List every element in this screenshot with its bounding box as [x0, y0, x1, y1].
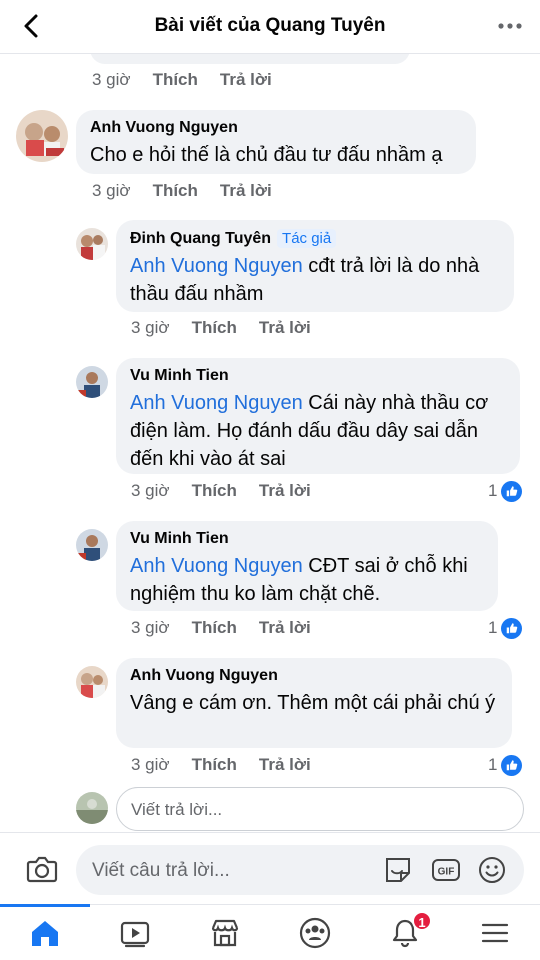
more-options-icon[interactable]	[496, 16, 524, 36]
like-count[interactable]: 1	[488, 753, 523, 777]
comment-meta: 3 giờ Thích Trả lời	[131, 753, 333, 777]
comment-thread: 3 giờ Thích Trả lời Anh Vuong Nguyen Cho…	[0, 54, 540, 832]
like-count-number: 1	[488, 755, 498, 774]
top-bar: Bài viết của Quang Tuyên	[0, 0, 540, 54]
like-count-number: 1	[488, 481, 498, 500]
comment-time: 3 giờ	[131, 481, 170, 500]
reply-box: Viết trả lời...	[76, 787, 524, 831]
comment-meta: 3 giờ Thích Trả lời	[131, 316, 333, 340]
comment-bubble: Anh Vuong Nguyen Vâng e cám ơn. Thêm một…	[116, 658, 512, 748]
comment-author[interactable]: Anh Vuong Nguyen	[130, 667, 498, 685]
comment-author[interactable]: Vu Minh Tien	[130, 367, 506, 385]
like-link[interactable]: Thích	[192, 755, 237, 775]
thumbs-up-icon	[501, 617, 523, 639]
comment-meta: 3 giờ Thích Trả lời	[92, 179, 294, 203]
home-icon	[32, 921, 58, 946]
comment-text: Anh Vuong Nguyen CĐT sai ở chỗ khi nghiệ…	[130, 552, 484, 608]
comment-time: 3 giờ	[92, 70, 131, 89]
comment-time: 3 giờ	[92, 181, 131, 200]
hamburger-menu-icon	[481, 923, 509, 943]
sticker-icon[interactable]	[382, 854, 414, 886]
like-link[interactable]: Thích	[153, 70, 198, 90]
avatar[interactable]	[76, 529, 108, 561]
comment-time: 3 giờ	[131, 318, 170, 337]
comment-meta: 3 giờ Thích Trả lời	[92, 68, 294, 92]
comment-composer: Viết câu trả lời... GIF	[0, 832, 540, 904]
comment-bubble: Vu Minh Tien Anh Vuong Nguyen CĐT sai ở …	[116, 521, 498, 611]
comment-time: 3 giờ	[131, 755, 170, 774]
notification-badge: 1	[412, 911, 432, 931]
avatar[interactable]	[16, 110, 68, 162]
svg-text:GIF: GIF	[438, 867, 455, 878]
reply-link[interactable]: Trả lời	[259, 481, 311, 501]
camera-icon[interactable]	[24, 851, 60, 887]
like-count[interactable]: 1	[488, 479, 523, 503]
previous-comment-bubble	[90, 54, 410, 64]
tab-watch[interactable]	[90, 905, 180, 960]
comment-text: Cho e hỏi thế là chủ đầu tư đấu nhầm ạ	[90, 144, 443, 166]
tab-notifications[interactable]: 1	[360, 905, 450, 960]
like-link[interactable]: Thích	[192, 481, 237, 501]
tab-groups[interactable]	[270, 905, 360, 960]
comment-author[interactable]: Anh Vuong Nguyen	[90, 119, 462, 137]
comment-author[interactable]: Vu Minh Tien	[130, 530, 484, 548]
avatar[interactable]	[76, 366, 108, 398]
thumbs-up-icon	[501, 754, 523, 776]
my-avatar	[76, 792, 108, 824]
composer-placeholder: Viết câu trả lời...	[92, 860, 230, 881]
comment-bubble: Vu Minh Tien Anh Vuong Nguyen Cái này nh…	[116, 358, 520, 474]
mention-link[interactable]: Anh Vuong Nguyen	[130, 392, 303, 414]
groups-icon	[299, 917, 331, 949]
reply-link[interactable]: Trả lời	[259, 755, 311, 775]
like-count[interactable]: 1	[488, 616, 523, 640]
reply-link[interactable]: Trả lời	[259, 618, 311, 638]
tab-home[interactable]	[0, 904, 90, 960]
comment-text: Anh Vuong Nguyen cđt trả lời là do nhà t…	[130, 252, 500, 308]
tab-marketplace[interactable]	[180, 905, 270, 960]
marketplace-icon	[211, 919, 239, 947]
mention-link[interactable]: Anh Vuong Nguyen	[130, 255, 303, 277]
emoji-icon[interactable]	[476, 854, 508, 886]
tab-menu[interactable]	[450, 905, 540, 960]
comment-bubble: Anh Vuong Nguyen Cho e hỏi thế là chủ đầ…	[76, 110, 476, 174]
mention-link[interactable]: Anh Vuong Nguyen	[130, 555, 303, 577]
avatar[interactable]	[76, 228, 108, 260]
comment-text: Anh Vuong Nguyen Cái này nhà thầu cơ điệ…	[130, 389, 506, 473]
reply-link[interactable]: Trả lời	[220, 181, 272, 201]
like-link[interactable]: Thích	[192, 618, 237, 638]
author-name[interactable]: Đinh Quang Tuyên	[130, 230, 271, 248]
reply-link[interactable]: Trả lời	[220, 70, 272, 90]
like-link[interactable]: Thích	[192, 318, 237, 338]
reply-link[interactable]: Trả lời	[259, 318, 311, 338]
author-badge: Tác giả	[277, 229, 337, 248]
like-link[interactable]: Thích	[153, 181, 198, 201]
video-play-icon	[120, 921, 150, 948]
like-count-number: 1	[488, 618, 498, 637]
comment-author: Đinh Quang Tuyên Tác giả	[130, 229, 500, 248]
page-title: Bài viết của Quang Tuyên	[154, 15, 386, 36]
composer-input[interactable]: Viết câu trả lời... GIF	[76, 845, 524, 895]
avatar[interactable]	[76, 666, 108, 698]
comment-time: 3 giờ	[131, 618, 170, 637]
comment-meta: 3 giờ Thích Trả lời	[131, 479, 333, 503]
comment-meta: 3 giờ Thích Trả lời	[131, 616, 333, 640]
comment-bubble: Đinh Quang Tuyên Tác giả Anh Vuong Nguye…	[116, 220, 514, 312]
bottom-tab-bar: 1	[0, 904, 540, 960]
reply-input[interactable]: Viết trả lời...	[116, 787, 524, 831]
comment-text: Vâng e cám ơn. Thêm một cái phải chú ý	[130, 692, 496, 714]
gif-icon[interactable]: GIF	[430, 854, 462, 886]
thumbs-up-icon	[501, 480, 523, 502]
